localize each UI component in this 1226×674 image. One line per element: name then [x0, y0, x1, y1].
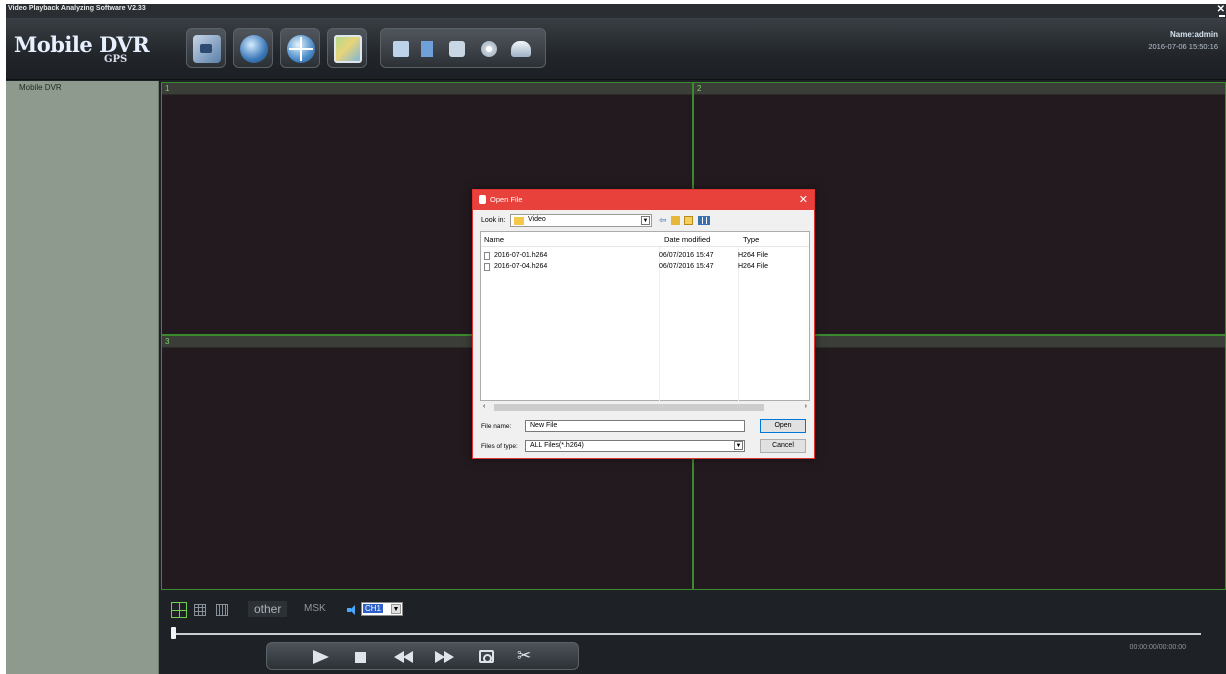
msk-button[interactable]: MSK — [304, 603, 326, 614]
camera-icon — [193, 35, 221, 63]
up-folder-icon[interactable] — [671, 216, 680, 225]
device-icon[interactable] — [393, 41, 409, 57]
play-icon[interactable] — [313, 650, 329, 664]
open-file-dialog: Open File ✕ Look in: Video ▼ ⇦ Name Date… — [472, 189, 815, 459]
fast-forward-icon[interactable] — [435, 651, 457, 663]
playback-globe-icon — [240, 35, 268, 63]
file-type: H264 File — [738, 252, 768, 259]
network-globe-icon — [287, 35, 315, 63]
close-icon[interactable]: ✕ — [799, 193, 808, 206]
open-button[interactable]: Open — [760, 419, 806, 433]
window-title: Video Playback Analyzing Software V2.33 — [8, 5, 146, 12]
back-icon[interactable]: ⇦ — [659, 216, 668, 225]
file-name: 2016-07-01.h264 — [494, 252, 548, 259]
file-date: 06/07/2016 15:47 — [659, 252, 714, 259]
sidebar: Mobile DVR — [6, 81, 159, 674]
file-icon — [484, 252, 490, 260]
title-bar: Video Playback Analyzing Software V2.33 … — [6, 4, 1226, 18]
sidebar-item-mobile-dvr[interactable]: Mobile DVR — [19, 83, 62, 92]
logo-main: Mobile DVR — [14, 32, 150, 57]
new-folder-icon[interactable] — [684, 216, 693, 225]
filename-value: New File — [530, 422, 558, 429]
datetime: 2016-07-06 15:50:16 — [1148, 42, 1218, 51]
scrollbar-thumb[interactable] — [494, 404, 764, 411]
horizontal-scrollbar[interactable]: ‹ › — [480, 403, 810, 412]
filetype-value: ALL Files(*.h264) — [530, 442, 584, 449]
file-list[interactable]: Name Date modified Type 2016-07-01.h264 … — [480, 231, 810, 402]
progress-track[interactable] — [171, 633, 1201, 635]
network-button[interactable] — [280, 28, 320, 68]
logo-sub: GPS — [104, 54, 128, 65]
lookin-value: Video — [528, 216, 546, 223]
file-list-header: Name Date modified Type — [481, 232, 809, 247]
column-type[interactable]: Type — [743, 235, 759, 244]
snapshot-icon[interactable] — [479, 650, 494, 663]
layout-4-icon[interactable] — [171, 602, 187, 618]
video-cell-caption: 2 — [694, 83, 1225, 95]
video-cell-number: 3 — [165, 337, 170, 346]
channel-value: CH1 — [363, 604, 384, 613]
video-cell-number: 1 — [165, 84, 170, 93]
video-cell-number: 2 — [697, 84, 702, 93]
filetype-label: Files of type: — [481, 443, 518, 450]
other-button[interactable]: other — [248, 601, 288, 617]
logo: Mobile DVR GPS — [14, 32, 150, 65]
video-cell-caption: 1 — [162, 83, 692, 95]
cancel-button[interactable]: Cancel — [760, 439, 806, 453]
speaker-icon[interactable] — [347, 605, 357, 615]
list-item[interactable]: 2016-07-04.h264 06/07/2016 15:47 H264 Fi… — [481, 262, 809, 272]
header: Mobile DVR GPS Name:admin 2016-07-06 15:… — [6, 18, 1226, 80]
tool-group — [380, 28, 546, 68]
camera-button[interactable] — [186, 28, 226, 68]
list-icon[interactable] — [421, 41, 433, 57]
folder-icon — [514, 217, 524, 225]
map-icon — [334, 35, 362, 63]
user-name: Name:admin — [1169, 30, 1218, 39]
view-menu-icon[interactable] — [698, 216, 710, 225]
file-date: 06/07/2016 15:47 — [659, 263, 714, 270]
minimize-icon[interactable] — [1219, 15, 1225, 17]
map-button[interactable] — [327, 28, 367, 68]
file-icon — [484, 263, 490, 271]
chevron-left-icon[interactable]: ‹ — [483, 403, 485, 410]
filename-label: File name: — [481, 423, 512, 430]
rewind-icon[interactable] — [394, 651, 416, 663]
list-item[interactable]: 2016-07-01.h264 06/07/2016 15:47 H264 Fi… — [481, 251, 809, 261]
transport-bar: ✂ — [266, 642, 579, 670]
dialog-title-bar: Open File ✕ — [473, 190, 814, 210]
file-type: H264 File — [738, 263, 768, 270]
progress-thumb[interactable] — [171, 627, 176, 639]
chevron-down-icon[interactable]: ▼ — [641, 216, 650, 225]
file-name: 2016-07-04.h264 — [494, 263, 548, 270]
column-name[interactable]: Name — [484, 235, 504, 244]
lookin-label: Look in: — [481, 217, 506, 224]
file-icon — [479, 195, 486, 204]
cut-icon[interactable]: ✂ — [517, 647, 531, 664]
playback-controls: other MSK CH1 ▼ ✂ 00:00:00/00:00:00 — [161, 592, 1226, 674]
stop-icon[interactable] — [355, 652, 366, 663]
chevron-right-icon[interactable]: › — [805, 403, 807, 410]
close-icon[interactable]: ✕ — [1217, 4, 1225, 15]
cloud-icon[interactable] — [511, 41, 531, 57]
chevron-down-icon[interactable]: ▼ — [391, 604, 401, 614]
playback-button[interactable] — [233, 28, 273, 68]
settings-icon[interactable] — [481, 41, 497, 57]
chevron-down-icon[interactable]: ▼ — [734, 441, 743, 450]
user-info: Name:admin 2016-07-06 15:50:16 — [1148, 30, 1218, 51]
lookin-select[interactable]: Video ▼ — [510, 214, 652, 227]
dialog-title: Open File — [490, 195, 523, 204]
filetype-select[interactable]: ALL Files(*.h264) ▼ — [525, 440, 745, 452]
filename-field[interactable]: New File — [525, 420, 745, 432]
channel-select[interactable]: CH1 ▼ — [361, 602, 403, 616]
timecode: 00:00:00/00:00:00 — [1129, 644, 1186, 651]
layout-9-icon[interactable] — [194, 604, 206, 616]
storage-icon[interactable] — [449, 41, 465, 57]
column-date[interactable]: Date modified — [664, 235, 710, 244]
layout-16-icon[interactable] — [216, 604, 228, 616]
